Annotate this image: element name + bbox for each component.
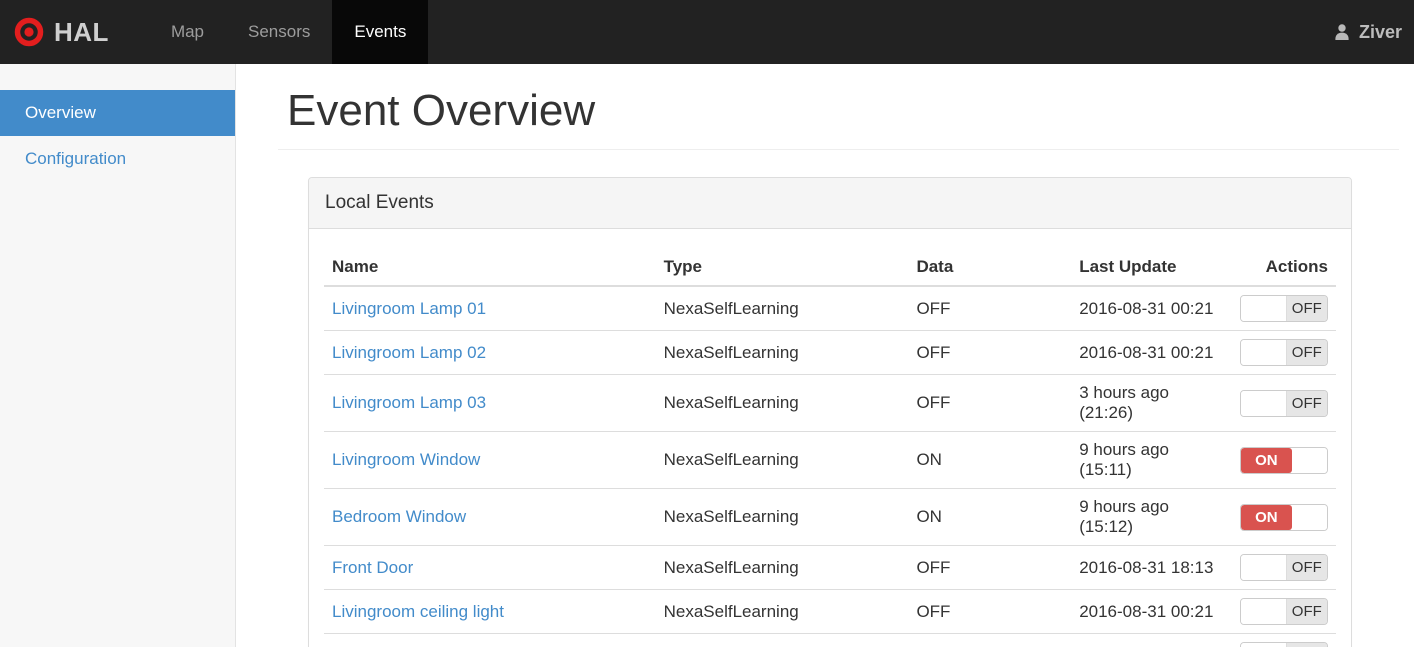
event-data: ON bbox=[908, 488, 1072, 546]
column-header-last-update: Last Update bbox=[1071, 249, 1232, 287]
event-name-link[interactable]: Livingroom Window bbox=[332, 450, 480, 469]
person-icon bbox=[1332, 22, 1352, 42]
event-toggle-switch[interactable]: OFF bbox=[1240, 642, 1328, 647]
event-last-update: 2016-08-31 00:21 bbox=[1071, 589, 1232, 634]
hal-logo-target-icon bbox=[14, 17, 44, 47]
toggle-handle bbox=[1241, 296, 1287, 321]
event-last-update: 2016-08-31 00:21 bbox=[1071, 330, 1232, 375]
toggle-state-label: OFF bbox=[1286, 599, 1327, 624]
event-toggle-switch[interactable]: OFF bbox=[1240, 339, 1328, 366]
event-row: Livingroom ceiling light NexaSelfLearnin… bbox=[324, 589, 1336, 634]
top-navbar: HAL Map Sensors Events Ziver bbox=[0, 0, 1414, 64]
event-data: OFF bbox=[908, 285, 1072, 331]
page-title: Event Overview bbox=[287, 86, 596, 135]
event-last-update: 3 hours ago (21:26) bbox=[1071, 374, 1232, 432]
event-data: OFF bbox=[908, 633, 1072, 647]
event-type: NexaSelfLearning bbox=[655, 545, 909, 590]
event-toggle-switch[interactable]: OFF bbox=[1240, 295, 1328, 322]
event-row: Livingroom Window NexaSelfLearning ON 9 … bbox=[324, 431, 1336, 489]
sidebar-item-configuration[interactable]: Configuration bbox=[0, 136, 235, 182]
toggle-handle bbox=[1241, 390, 1287, 416]
event-row: Bedroom Window NexaSelfLearning ON 9 hou… bbox=[324, 488, 1336, 546]
event-name-link[interactable]: Livingroom ceiling light bbox=[332, 602, 504, 621]
event-last-update: 2016-08-31 00:21 bbox=[1071, 285, 1232, 331]
table-header-row: Name Type Data Last Update Actions bbox=[324, 249, 1336, 287]
toggle-state-label: OFF bbox=[1286, 390, 1327, 416]
event-data: OFF bbox=[908, 374, 1072, 432]
event-name-link[interactable]: Front Door bbox=[332, 558, 413, 577]
sidebar-item-overview[interactable]: Overview bbox=[0, 90, 235, 136]
event-name-link[interactable]: Livingroom Lamp 01 bbox=[332, 299, 486, 318]
event-type: NexaSelfLearning bbox=[655, 374, 909, 432]
toggle-handle bbox=[1291, 447, 1327, 473]
event-type: NexaSelfLearning bbox=[655, 431, 909, 489]
main-nav: Map Sensors Events bbox=[149, 0, 429, 64]
toggle-handle bbox=[1241, 555, 1287, 580]
event-toggle-switch[interactable]: OFF bbox=[1240, 598, 1328, 625]
event-name-link[interactable]: Bedroom Window bbox=[332, 507, 466, 526]
panel-wrap: Local Events Name Type Data Last Update Acti… bbox=[278, 150, 1399, 647]
events-table: Name Type Data Last Update Actions Livingroo… bbox=[324, 249, 1336, 647]
event-row: Front Door NexaSelfLearning OFF 2016-08-… bbox=[324, 545, 1336, 590]
toggle-handle bbox=[1241, 599, 1287, 624]
event-last-update: 2016-08-31 00:21 bbox=[1071, 633, 1232, 647]
user-menu[interactable]: Ziver bbox=[1320, 0, 1414, 64]
event-data: ON bbox=[908, 431, 1072, 489]
toggle-handle bbox=[1241, 643, 1287, 647]
panel-body: Name Type Data Last Update Actions Livingroo… bbox=[309, 229, 1351, 647]
toggle-state-label: OFF bbox=[1286, 340, 1327, 365]
event-type: NexaSelfLearning bbox=[655, 285, 909, 331]
user-name: Ziver bbox=[1358, 21, 1402, 42]
brand-title: HAL bbox=[54, 16, 109, 47]
event-name-link[interactable]: Livingroom Lamp 02 bbox=[332, 343, 486, 362]
event-row: Diningroom ceiling light NexaSelfLearnin… bbox=[324, 633, 1336, 647]
event-type: NexaSelfLearning bbox=[655, 330, 909, 375]
sidebar: Overview Configuration bbox=[0, 64, 236, 647]
event-last-update: 9 hours ago (15:12) bbox=[1071, 488, 1232, 546]
column-header-type: Type bbox=[655, 249, 909, 287]
toggle-state-label: OFF bbox=[1286, 555, 1327, 580]
event-type: NexaSelfLearning bbox=[655, 488, 909, 546]
toggle-handle bbox=[1241, 340, 1287, 365]
toggle-state-label: ON bbox=[1241, 447, 1292, 473]
events-table-body: Livingroom Lamp 01 NexaSelfLearning OFF … bbox=[324, 285, 1336, 647]
panel-title: Local Events bbox=[309, 178, 1351, 229]
event-toggle-switch[interactable]: ON bbox=[1240, 503, 1328, 531]
event-row: Livingroom Lamp 02 NexaSelfLearning OFF … bbox=[324, 330, 1336, 375]
nav-item-events[interactable]: Events bbox=[332, 0, 429, 64]
event-toggle-switch[interactable]: OFF bbox=[1240, 554, 1328, 581]
event-name-link[interactable]: Livingroom Lamp 03 bbox=[332, 393, 486, 412]
event-row: Livingroom Lamp 03 NexaSelfLearning OFF … bbox=[324, 374, 1336, 432]
event-type: NexaSelfLearning bbox=[655, 633, 909, 647]
toggle-handle bbox=[1291, 504, 1327, 530]
event-data: OFF bbox=[908, 589, 1072, 634]
event-data: OFF bbox=[908, 330, 1072, 375]
column-header-data: Data bbox=[908, 249, 1072, 287]
nav-item-map[interactable]: Map bbox=[149, 0, 226, 64]
event-last-update: 9 hours ago (15:11) bbox=[1071, 431, 1232, 489]
nav-item-sensors[interactable]: Sensors bbox=[226, 0, 332, 64]
event-last-update: 2016-08-31 18:13 bbox=[1071, 545, 1232, 590]
brand[interactable]: HAL bbox=[0, 0, 125, 64]
page-header: Event Overview bbox=[278, 64, 1399, 150]
toggle-state-label: OFF bbox=[1286, 643, 1327, 647]
event-data: OFF bbox=[908, 545, 1072, 590]
local-events-panel: Local Events Name Type Data Last Update Acti… bbox=[308, 177, 1352, 647]
event-row: Livingroom Lamp 01 NexaSelfLearning OFF … bbox=[324, 285, 1336, 331]
column-header-actions: Actions bbox=[1231, 249, 1336, 287]
toggle-state-label: ON bbox=[1241, 504, 1292, 530]
toggle-state-label: OFF bbox=[1286, 296, 1327, 321]
event-type: NexaSelfLearning bbox=[655, 589, 909, 634]
main-content: Event Overview Local Events Name Type Data… bbox=[236, 64, 1414, 647]
column-header-name: Name bbox=[324, 249, 656, 287]
event-toggle-switch[interactable]: ON bbox=[1240, 446, 1328, 474]
event-toggle-switch[interactable]: OFF bbox=[1240, 389, 1328, 417]
page-layout: Overview Configuration Event Overview Loc… bbox=[0, 64, 1414, 647]
